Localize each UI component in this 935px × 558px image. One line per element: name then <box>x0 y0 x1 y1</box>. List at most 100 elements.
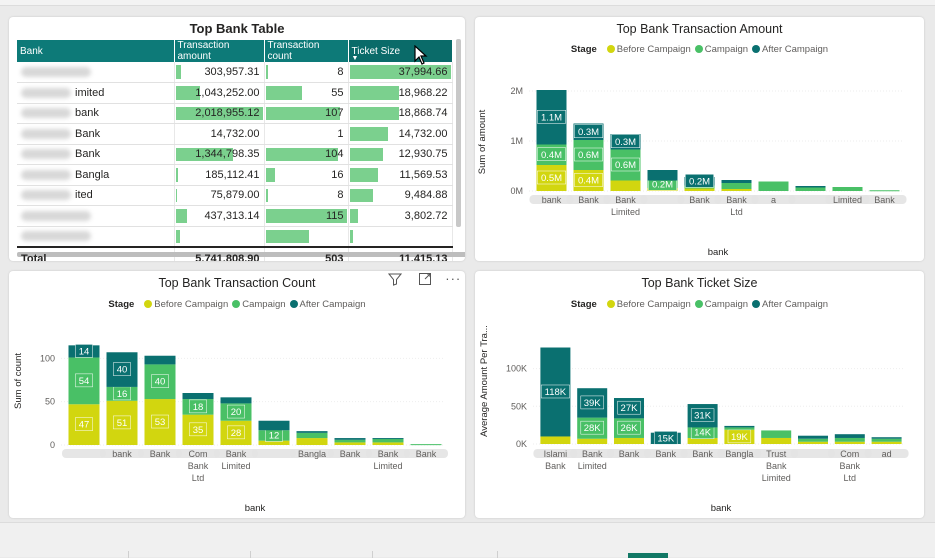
cell-value: 1,043,252.00 <box>195 86 260 99</box>
bar-segment-campaign <box>871 438 902 442</box>
bar-segment-campaign <box>761 430 792 438</box>
transaction-count-cell <box>264 226 349 247</box>
data-bar <box>349 106 399 120</box>
x-tick-label: Com <box>840 449 859 459</box>
bar-segment-after <box>798 435 828 439</box>
column-header-bank[interactable]: Bank <box>17 40 175 62</box>
x-axis-label: bank <box>708 247 729 258</box>
data-bar <box>175 229 180 243</box>
cell-value: ited <box>75 189 93 202</box>
bar-segment-campaign <box>834 437 865 442</box>
transaction-amount-cell: 303,957.31 <box>174 62 265 83</box>
x-tick-label: Bank <box>874 195 895 205</box>
y-tick-label: 2M <box>510 86 523 96</box>
column-header-ticket-size[interactable]: Ticket Size ▼ <box>348 40 453 62</box>
transaction-amount-cell: 185,112.41 <box>174 164 265 186</box>
bar-segment-after <box>296 431 328 433</box>
data-label: 26K <box>621 423 639 434</box>
bar-segment-campaign <box>296 432 328 439</box>
bank-cell <box>17 62 175 83</box>
x-tick-label: Bank <box>188 461 209 471</box>
bar-segment-before <box>577 438 608 444</box>
transaction-count-chart[interactable]: Top Bank Transaction Count Stage Before C… <box>9 271 465 518</box>
bank-cell <box>17 205 175 227</box>
ticket-size-cell: 9,484.88 <box>348 185 453 206</box>
data-label: 19K <box>731 432 749 443</box>
x-tick-label: Limited <box>762 473 791 483</box>
column-header-transaction-count[interactable]: Transaction count <box>264 40 349 62</box>
data-label: 39K <box>584 398 602 409</box>
redacted-bank-name <box>21 169 71 180</box>
filter-icon[interactable] <box>387 272 403 286</box>
data-label: 16 <box>117 389 128 400</box>
focus-mode-icon[interactable] <box>418 272 432 286</box>
transaction-amount-cell: 75,879.00 <box>174 185 265 206</box>
bar-segment-campaign <box>372 438 404 443</box>
x-axis-label: bank <box>711 503 732 514</box>
cell-value: Total <box>21 253 47 261</box>
x-tick-label: Bank <box>416 449 437 459</box>
x-tick-label: Bank <box>582 449 603 459</box>
bar-segment-after <box>220 397 252 404</box>
bar-segment-campaign <box>410 444 442 446</box>
table-row[interactable]: imited 1,043,252.00 55 18,968.22 <box>17 82 453 104</box>
table-row[interactable]: 437,313.14 115 3,802.72 <box>17 205 453 227</box>
bar-segment-after <box>795 186 826 188</box>
cell-value: 11,569.53 <box>399 168 448 181</box>
data-label: 31K <box>694 411 712 422</box>
bank-cell: imited <box>17 82 175 104</box>
ticket-chart-plot: 0K 50K 100K Average Amount Per Tra... bank 11… <box>479 325 909 514</box>
bar-segment-after <box>721 180 752 183</box>
table-row[interactable]: Bank 14,732.00 1 14,732.00 <box>17 123 453 145</box>
table-title: Top Bank Table <box>189 21 285 36</box>
bar-segment-after <box>834 434 865 438</box>
data-label: 54 <box>79 376 90 387</box>
data-bar <box>349 229 353 243</box>
bar-segment-before <box>834 441 865 444</box>
amount-chart-plot: 0M 1M 2M Sum of amount bank 0.5M 0.4M 1.1M bank 0… <box>477 86 907 258</box>
data-bar <box>349 86 399 100</box>
bar-segment-before <box>610 180 641 191</box>
transaction-amount-chart[interactable]: Top Bank Transaction Amount Stage Before … <box>475 17 924 261</box>
table-row[interactable]: 303,957.31 8 37,994.66 <box>17 62 453 83</box>
table-row[interactable]: bank 2,018,955.12 107 18,868.74 <box>17 103 453 124</box>
bank-cell: Bangla <box>17 164 175 186</box>
data-label: 0.3M <box>615 137 636 148</box>
table-row[interactable]: ited 75,879.00 8 9,484.88 <box>17 185 453 206</box>
bank-cell <box>17 226 175 247</box>
cell-value: 14,732.00 <box>210 127 260 140</box>
more-options-icon[interactable]: ··· <box>445 271 461 286</box>
ticket-size-label: Ticket Size <box>351 45 401 57</box>
table-row[interactable] <box>17 226 453 247</box>
data-bar <box>175 65 181 79</box>
cell-value: 437,313.14 <box>204 209 260 222</box>
table-vertical-scrollbar[interactable] <box>456 39 461 227</box>
top-strip <box>0 0 935 6</box>
data-label: 28K <box>584 423 602 434</box>
cell-value: 18,868.74 <box>398 107 448 120</box>
table-row[interactable]: Bangla 185,112.41 16 11,569.53 <box>17 164 453 186</box>
data-bar <box>265 188 269 202</box>
x-tick-label: Islami <box>544 449 568 459</box>
y-tick-label: 100K <box>506 364 527 374</box>
data-label: 1.1M <box>541 112 562 123</box>
x-tick-label: Bank <box>545 461 566 471</box>
ticket-size-cell <box>348 226 453 247</box>
column-header-transaction-amount[interactable]: Transaction amount <box>174 40 265 62</box>
bar-segment-before <box>721 189 752 191</box>
x-tick-label: Bank <box>226 449 247 459</box>
cell-value: 115 <box>325 209 344 222</box>
x-tick-label: Ltd <box>192 473 205 483</box>
redacted-bank-name <box>21 231 91 242</box>
active-page-tab[interactable] <box>628 553 668 558</box>
transaction-count-cell: 16 <box>264 164 349 186</box>
bank-table[interactable]: Bank Transaction amount Transaction coun… <box>17 40 453 261</box>
top-bank-table-visual[interactable]: Top Bank Table Bank Transaction amount T… <box>9 17 465 261</box>
x-tick-label: Trust <box>766 449 787 459</box>
table-row[interactable]: Bank 1,344,798.35 104 12,930.75 <box>17 144 453 165</box>
transaction-count-cell: 115 <box>264 205 349 227</box>
cell-value: 303,957.31 <box>204 66 260 78</box>
cell-value: bank <box>75 107 99 120</box>
ticket-size-chart[interactable]: Top Bank Ticket Size Stage Before Campaig… <box>475 271 924 518</box>
x-tick-label: Com <box>188 449 207 459</box>
